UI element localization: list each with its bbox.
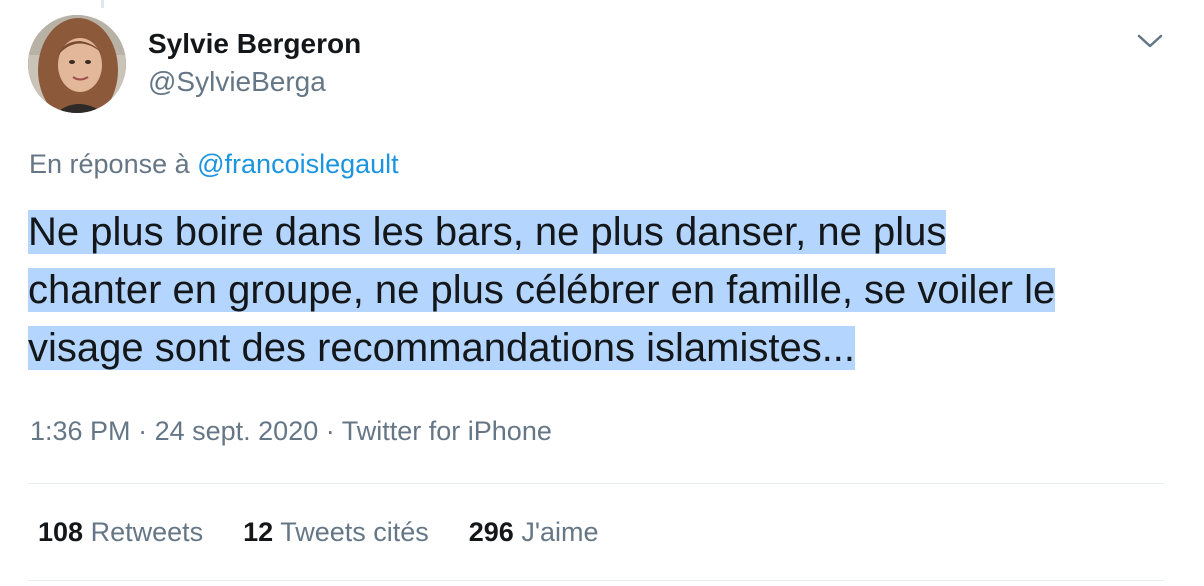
reply-prefix: En réponse à <box>29 149 190 179</box>
reply-context: En réponse à @francoislegault <box>29 146 399 182</box>
tweet-stats: 108 Retweets 12 Tweets cités 296 J'aime <box>38 514 639 550</box>
thread-connector-line <box>101 0 104 8</box>
tweet-text: Ne plus boire dans les bars, ne plus dan… <box>28 203 1178 377</box>
meta-separator: · <box>325 416 335 446</box>
author-handle[interactable]: @SylvieBerga <box>148 64 361 100</box>
tweet-date[interactable]: 24 sept. 2020 <box>155 416 319 446</box>
tweet-text-line: chanter en groupe, ne plus célébrer en f… <box>28 268 1056 312</box>
quote-tweets-count: 12 <box>243 517 274 547</box>
tweet-metadata: 1:36 PM · 24 sept. 2020 · Twitter for iP… <box>30 413 552 449</box>
tweet-source[interactable]: Twitter for iPhone <box>342 416 552 446</box>
meta-separator: · <box>138 416 148 446</box>
quote-tweets-label: Tweets cités <box>280 517 429 547</box>
chevron-down-icon[interactable] <box>1136 30 1164 52</box>
author-display-name[interactable]: Sylvie Bergeron <box>148 26 361 62</box>
tweet-time[interactable]: 1:36 PM <box>30 416 131 446</box>
quote-tweets-stat[interactable]: 12 Tweets cités <box>243 514 429 550</box>
retweets-label: Retweets <box>90 517 204 547</box>
tweet-author[interactable]: Sylvie Bergeron @SylvieBerga <box>148 26 361 100</box>
tweet-text-line: Ne plus boire dans les bars, ne plus dan… <box>28 210 947 254</box>
reply-mention-link[interactable]: @francoislegault <box>197 149 399 179</box>
likes-stat[interactable]: 296 J'aime <box>469 514 599 550</box>
tweet-text-line: visage sont des recommandations islamist… <box>28 326 856 370</box>
divider <box>28 483 1164 484</box>
retweets-count: 108 <box>38 517 84 547</box>
divider <box>28 580 1164 581</box>
retweets-stat[interactable]: 108 Retweets <box>38 514 203 550</box>
avatar[interactable] <box>28 15 126 113</box>
likes-label: J'aime <box>521 517 599 547</box>
avatar-image <box>28 15 126 113</box>
likes-count: 296 <box>468 517 514 547</box>
